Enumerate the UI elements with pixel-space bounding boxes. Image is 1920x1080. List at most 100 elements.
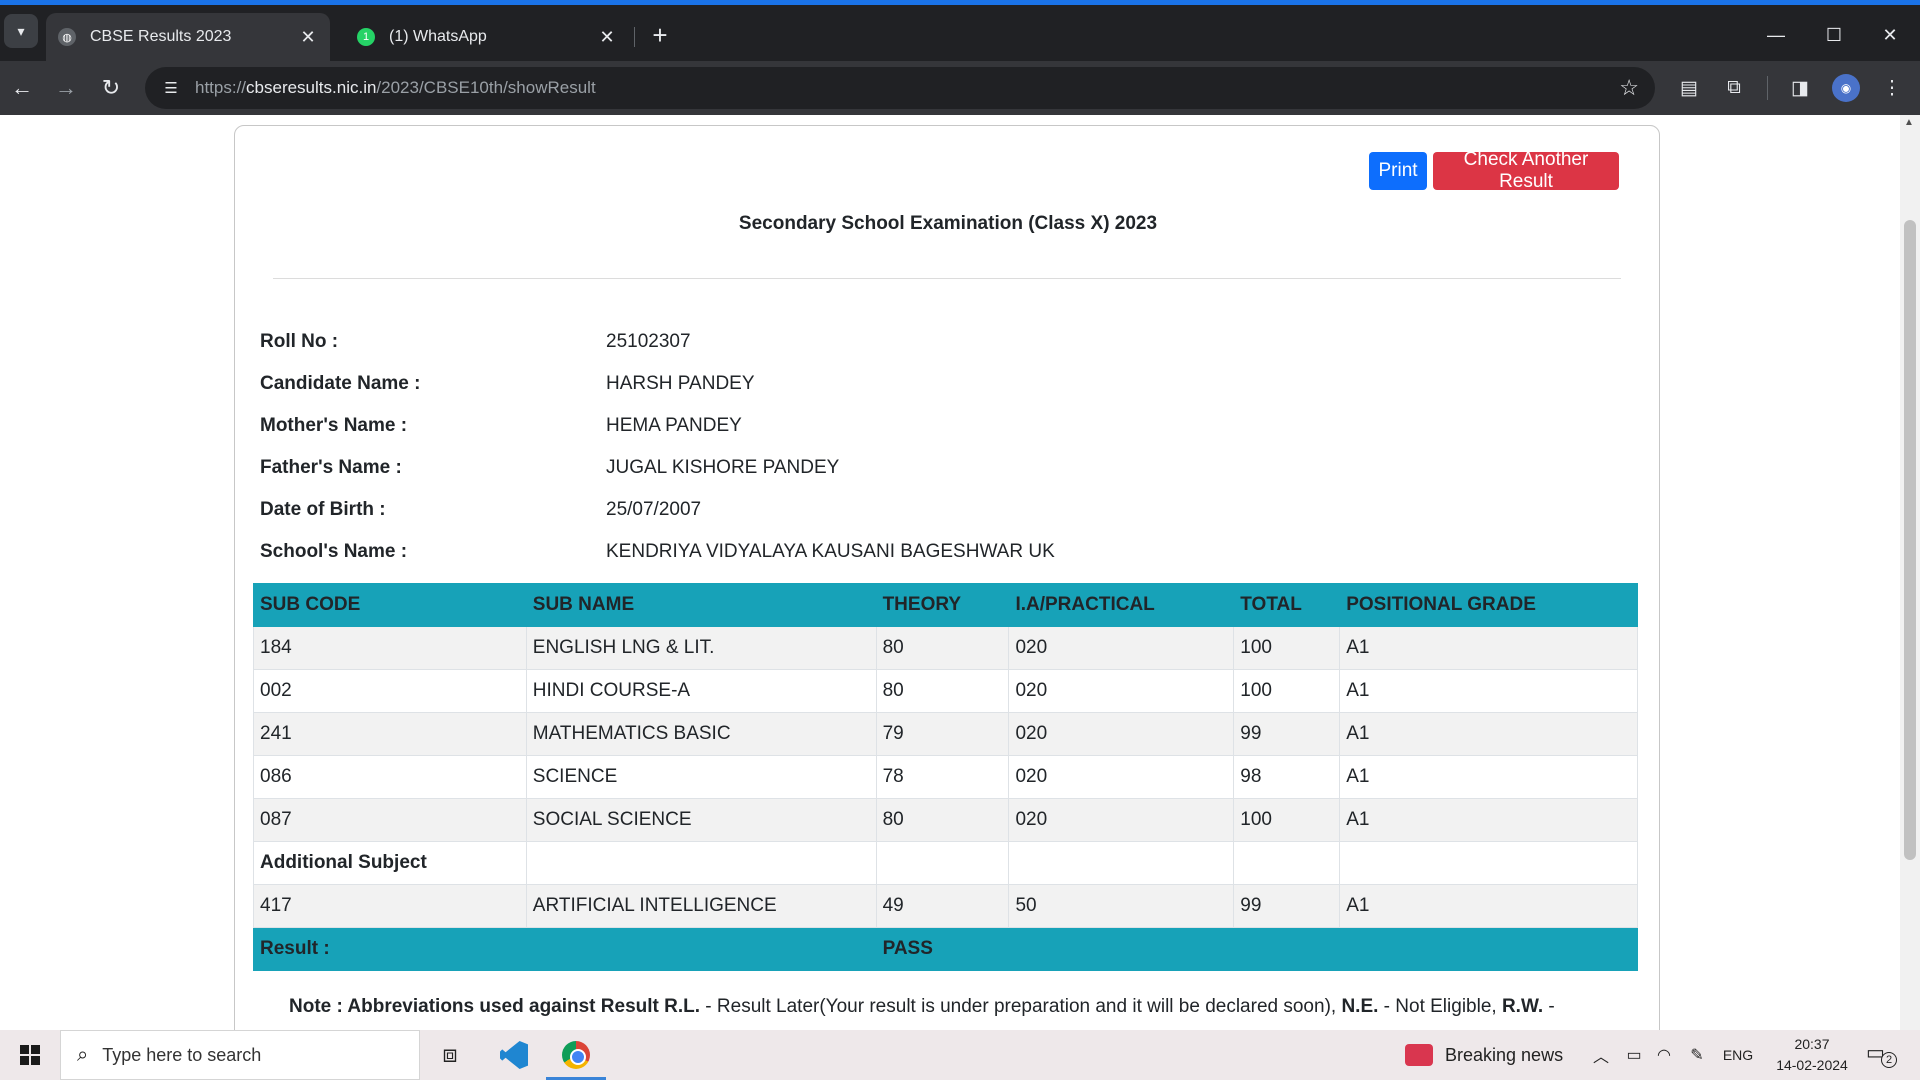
cell-sub-name: HINDI COURSE-A — [525, 669, 877, 713]
cell-total: 100 — [1233, 626, 1341, 670]
tray-chevron-up-icon[interactable]: ︿ — [1588, 1030, 1614, 1080]
notification-count: 2 — [1881, 1052, 1897, 1068]
bookmark-star-icon[interactable]: ☆ — [1619, 75, 1639, 101]
close-tab-icon[interactable]: ✕ — [298, 27, 318, 48]
empty-cell — [1233, 841, 1341, 885]
notification-center-icon[interactable]: ▭ 2 — [1866, 1040, 1897, 1070]
start-button[interactable] — [0, 1030, 60, 1080]
back-arrow-icon[interactable]: ← — [6, 72, 38, 104]
info-value: HEMA PANDEY — [606, 415, 742, 436]
cell-sub-name: MATHEMATICS BASIC — [525, 712, 877, 756]
cell-theory: 78 — [875, 755, 1010, 799]
cell-sub-code: 241 — [253, 712, 527, 756]
cell-grade: A1 — [1339, 626, 1638, 670]
scroll-up-arrow-icon[interactable]: ▲ — [1904, 117, 1914, 128]
cell-sub-name: ARTIFICIAL INTELLIGENCE — [525, 884, 877, 928]
browser-toolbar: ← → ↻ ☰ https://cbseresults.nic.in/2023/… — [0, 61, 1920, 115]
note-ne: N.E. — [1341, 996, 1379, 1017]
side-panel-icon[interactable]: ◨ — [1784, 72, 1816, 104]
wifi-icon[interactable]: ◠ — [1650, 1030, 1678, 1080]
taskbar-search-box[interactable]: ⌕ Type here to search — [60, 1030, 420, 1080]
cell-ia-practical: 020 — [1008, 669, 1235, 713]
minimize-icon[interactable]: — — [1748, 15, 1804, 55]
tab-cbse-results[interactable]: ◍ CBSE Results 2023 ✕ — [46, 13, 330, 61]
cell-ia-practical: 020 — [1008, 755, 1235, 799]
info-value: HARSH PANDEY — [606, 373, 755, 394]
info-father-name: Father's Name : JUGAL KISHORE PANDEY — [260, 453, 839, 483]
news-widget[interactable]: Breaking news — [1405, 1030, 1563, 1080]
cell-total: 100 — [1233, 669, 1341, 713]
info-value: 25102307 — [606, 331, 691, 352]
clock[interactable]: 20:37 14-02-2024 — [1764, 1034, 1860, 1076]
reading-mode-icon[interactable]: ▤ — [1673, 72, 1705, 104]
cell-ia-practical: 020 — [1008, 798, 1235, 842]
tab-whatsapp[interactable]: 1 (1) WhatsApp ✕ — [345, 13, 629, 61]
cell-theory: 80 — [875, 669, 1010, 713]
task-view-icon[interactable]: ⧈ — [420, 1030, 480, 1080]
cell-grade: A1 — [1339, 884, 1638, 928]
info-value: KENDRIYA VIDYALAYA KAUSANI BAGESHWAR UK — [606, 541, 1055, 562]
close-tab-icon[interactable]: ✕ — [597, 27, 617, 48]
check-another-result-button[interactable]: Check Another Result — [1433, 149, 1619, 192]
address-bar[interactable]: ☰ https://cbseresults.nic.in/2023/CBSE10… — [145, 67, 1655, 109]
forward-arrow-icon[interactable]: → — [50, 72, 82, 104]
extensions-puzzle-icon[interactable]: ⧉ — [1718, 72, 1750, 104]
cell-theory: 80 — [875, 626, 1010, 670]
maximize-icon[interactable]: ☐ — [1806, 15, 1862, 55]
table-row: 087 SOCIAL SCIENCE 80 020 100 A1 — [253, 798, 1638, 842]
info-value: JUGAL KISHORE PANDEY — [606, 457, 840, 478]
chrome-app-icon[interactable] — [546, 1030, 606, 1080]
cell-sub-code: 002 — [253, 669, 527, 713]
cell-sub-name: SCIENCE — [525, 755, 877, 799]
table-row: 241 MATHEMATICS BASIC 79 020 99 A1 — [253, 712, 1638, 756]
tab-title: CBSE Results 2023 — [90, 28, 232, 45]
exam-title: Secondary School Examination (Class X) 2… — [738, 213, 1158, 234]
marks-table: SUB CODE SUB NAME THEORY I.A/PRACTICAL T… — [253, 583, 1639, 971]
table-row: 417 ARTIFICIAL INTELLIGENCE 49 50 99 A1 — [253, 884, 1638, 928]
new-tab-plus-icon[interactable]: + — [644, 19, 676, 51]
page-scrollbar[interactable]: ▲ — [1900, 115, 1920, 1030]
cell-theory: 79 — [875, 712, 1010, 756]
cell-sub-code: 087 — [253, 798, 527, 842]
info-school-name: School's Name : KENDRIYA VIDYALAYA KAUSA… — [260, 537, 1055, 567]
info-date-of-birth: Date of Birth : 25/07/2007 — [260, 495, 701, 525]
cell-sub-code: 184 — [253, 626, 527, 670]
scroll-thumb[interactable] — [1904, 220, 1916, 860]
cell-grade: A1 — [1339, 712, 1638, 756]
cell-grade: A1 — [1339, 669, 1638, 713]
divider — [273, 278, 1621, 279]
profile-avatar-icon[interactable]: ◉ — [1832, 74, 1860, 102]
result-value: PASS — [875, 927, 1639, 971]
chrome-menu-kebab-icon[interactable]: ⋮ — [1876, 72, 1908, 104]
info-mother-name: Mother's Name : HEMA PANDEY — [260, 411, 742, 441]
battery-icon[interactable]: ▭ — [1620, 1030, 1648, 1080]
clock-time: 20:37 — [1794, 1036, 1830, 1052]
close-window-icon[interactable]: ✕ — [1862, 15, 1918, 55]
note-text: - Not Eligible, — [1378, 996, 1502, 1017]
empty-cell — [1008, 841, 1235, 885]
print-button[interactable]: Print — [1369, 152, 1427, 190]
cell-ia-practical: 020 — [1008, 712, 1235, 756]
cell-sub-name: SOCIAL SCIENCE — [525, 798, 877, 842]
page-viewport: Print Check Another Result Secondary Sch… — [0, 115, 1920, 1030]
vscode-app-icon[interactable] — [484, 1030, 544, 1080]
additional-subject-label: Additional Subject — [253, 841, 527, 885]
note-rw: R.W. — [1501, 996, 1544, 1017]
table-row: 184 ENGLISH LNG & LIT. 80 020 100 A1 — [253, 626, 1638, 670]
abbreviations-note: Note : Abbreviations used against Result… — [289, 993, 1629, 1021]
language-indicator[interactable]: ENG — [1718, 1030, 1758, 1080]
pen-icon[interactable]: ✎ — [1683, 1030, 1711, 1080]
info-value: 25/07/2007 — [606, 499, 702, 520]
cell-sub-code: 417 — [253, 884, 527, 928]
empty-cell — [1339, 841, 1638, 885]
cell-total: 100 — [1233, 798, 1341, 842]
reload-icon[interactable]: ↻ — [95, 72, 127, 104]
info-roll-no: Roll No : 25102307 — [260, 327, 691, 357]
tab-search-button[interactable]: ▾ — [4, 14, 38, 48]
header-sub-name: SUB NAME — [525, 583, 877, 627]
result-row: Result : PASS — [253, 927, 1639, 971]
note-lead: Note : Abbreviations used against Result… — [289, 996, 701, 1017]
site-info-icon[interactable]: ☰ — [159, 79, 183, 97]
cell-theory: 49 — [875, 884, 1010, 928]
info-label: School's Name : — [260, 541, 408, 562]
